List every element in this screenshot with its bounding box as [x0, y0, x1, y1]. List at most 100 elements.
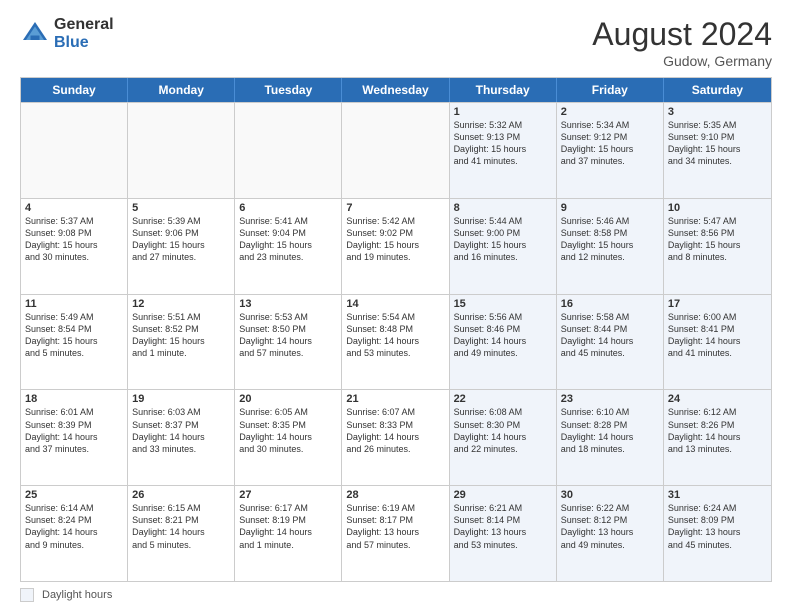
day-cell-29: 29Sunrise: 6:21 AM Sunset: 8:14 PM Dayli… — [450, 486, 557, 581]
day-number: 14 — [346, 298, 444, 310]
day-info: Sunrise: 6:07 AM Sunset: 8:33 PM Dayligh… — [346, 406, 444, 455]
day-number: 15 — [454, 298, 552, 310]
day-number: 18 — [25, 393, 123, 405]
day-cell-7: 7Sunrise: 5:42 AM Sunset: 9:02 PM Daylig… — [342, 199, 449, 294]
day-number: 1 — [454, 106, 552, 118]
day-cell-17: 17Sunrise: 6:00 AM Sunset: 8:41 PM Dayli… — [664, 295, 771, 390]
day-number: 24 — [668, 393, 767, 405]
day-cell-22: 22Sunrise: 6:08 AM Sunset: 8:30 PM Dayli… — [450, 390, 557, 485]
day-info: Sunrise: 6:05 AM Sunset: 8:35 PM Dayligh… — [239, 406, 337, 455]
day-info: Sunrise: 5:41 AM Sunset: 9:04 PM Dayligh… — [239, 215, 337, 264]
day-cell-10: 10Sunrise: 5:47 AM Sunset: 8:56 PM Dayli… — [664, 199, 771, 294]
calendar-week-5: 25Sunrise: 6:14 AM Sunset: 8:24 PM Dayli… — [21, 485, 771, 581]
day-cell-15: 15Sunrise: 5:56 AM Sunset: 8:46 PM Dayli… — [450, 295, 557, 390]
day-info: Sunrise: 6:24 AM Sunset: 8:09 PM Dayligh… — [668, 502, 767, 551]
day-header-monday: Monday — [128, 78, 235, 102]
day-info: Sunrise: 5:32 AM Sunset: 9:13 PM Dayligh… — [454, 119, 552, 168]
day-number: 19 — [132, 393, 230, 405]
day-number: 31 — [668, 489, 767, 501]
day-cell-empty — [128, 103, 235, 198]
day-info: Sunrise: 6:10 AM Sunset: 8:28 PM Dayligh… — [561, 406, 659, 455]
day-number: 13 — [239, 298, 337, 310]
day-info: Sunrise: 6:03 AM Sunset: 8:37 PM Dayligh… — [132, 406, 230, 455]
day-info: Sunrise: 6:22 AM Sunset: 8:12 PM Dayligh… — [561, 502, 659, 551]
day-number: 8 — [454, 202, 552, 214]
legend-box — [20, 588, 34, 602]
day-cell-21: 21Sunrise: 6:07 AM Sunset: 8:33 PM Dayli… — [342, 390, 449, 485]
day-cell-4: 4Sunrise: 5:37 AM Sunset: 9:08 PM Daylig… — [21, 199, 128, 294]
calendar-week-3: 11Sunrise: 5:49 AM Sunset: 8:54 PM Dayli… — [21, 294, 771, 390]
day-cell-13: 13Sunrise: 5:53 AM Sunset: 8:50 PM Dayli… — [235, 295, 342, 390]
day-info: Sunrise: 6:17 AM Sunset: 8:19 PM Dayligh… — [239, 502, 337, 551]
day-cell-8: 8Sunrise: 5:44 AM Sunset: 9:00 PM Daylig… — [450, 199, 557, 294]
day-info: Sunrise: 5:58 AM Sunset: 8:44 PM Dayligh… — [561, 311, 659, 360]
day-number: 27 — [239, 489, 337, 501]
day-info: Sunrise: 5:53 AM Sunset: 8:50 PM Dayligh… — [239, 311, 337, 360]
day-number: 26 — [132, 489, 230, 501]
day-number: 22 — [454, 393, 552, 405]
day-header-saturday: Saturday — [664, 78, 771, 102]
legend-label: Daylight hours — [42, 589, 112, 601]
day-info: Sunrise: 6:19 AM Sunset: 8:17 PM Dayligh… — [346, 502, 444, 551]
day-info: Sunrise: 5:46 AM Sunset: 8:58 PM Dayligh… — [561, 215, 659, 264]
day-number: 7 — [346, 202, 444, 214]
day-cell-27: 27Sunrise: 6:17 AM Sunset: 8:19 PM Dayli… — [235, 486, 342, 581]
day-info: Sunrise: 6:14 AM Sunset: 8:24 PM Dayligh… — [25, 502, 123, 551]
day-number: 17 — [668, 298, 767, 310]
logo-text: General Blue — [54, 16, 114, 51]
footer: Daylight hours — [20, 588, 772, 602]
day-cell-18: 18Sunrise: 6:01 AM Sunset: 8:39 PM Dayli… — [21, 390, 128, 485]
day-cell-5: 5Sunrise: 5:39 AM Sunset: 9:06 PM Daylig… — [128, 199, 235, 294]
day-number: 29 — [454, 489, 552, 501]
logo: General Blue — [20, 16, 114, 51]
day-number: 6 — [239, 202, 337, 214]
day-header-wednesday: Wednesday — [342, 78, 449, 102]
logo-blue: Blue — [54, 34, 114, 52]
day-number: 16 — [561, 298, 659, 310]
day-info: Sunrise: 6:08 AM Sunset: 8:30 PM Dayligh… — [454, 406, 552, 455]
day-cell-1: 1Sunrise: 5:32 AM Sunset: 9:13 PM Daylig… — [450, 103, 557, 198]
day-cell-6: 6Sunrise: 5:41 AM Sunset: 9:04 PM Daylig… — [235, 199, 342, 294]
day-number: 11 — [25, 298, 123, 310]
day-number: 20 — [239, 393, 337, 405]
day-number: 23 — [561, 393, 659, 405]
calendar-header: SundayMondayTuesdayWednesdayThursdayFrid… — [21, 78, 771, 102]
day-cell-empty — [342, 103, 449, 198]
day-cell-16: 16Sunrise: 5:58 AM Sunset: 8:44 PM Dayli… — [557, 295, 664, 390]
day-number: 2 — [561, 106, 659, 118]
day-number: 30 — [561, 489, 659, 501]
page-header: General Blue August 2024 Gudow, Germany — [20, 16, 772, 69]
day-cell-3: 3Sunrise: 5:35 AM Sunset: 9:10 PM Daylig… — [664, 103, 771, 198]
day-cell-2: 2Sunrise: 5:34 AM Sunset: 9:12 PM Daylig… — [557, 103, 664, 198]
day-number: 28 — [346, 489, 444, 501]
day-number: 10 — [668, 202, 767, 214]
day-header-sunday: Sunday — [21, 78, 128, 102]
day-info: Sunrise: 5:54 AM Sunset: 8:48 PM Dayligh… — [346, 311, 444, 360]
calendar-body: 1Sunrise: 5:32 AM Sunset: 9:13 PM Daylig… — [21, 102, 771, 581]
day-info: Sunrise: 5:56 AM Sunset: 8:46 PM Dayligh… — [454, 311, 552, 360]
day-number: 4 — [25, 202, 123, 214]
day-number: 25 — [25, 489, 123, 501]
day-cell-24: 24Sunrise: 6:12 AM Sunset: 8:26 PM Dayli… — [664, 390, 771, 485]
day-info: Sunrise: 5:49 AM Sunset: 8:54 PM Dayligh… — [25, 311, 123, 360]
title-section: August 2024 Gudow, Germany — [592, 16, 772, 69]
logo-icon — [20, 19, 50, 49]
day-cell-23: 23Sunrise: 6:10 AM Sunset: 8:28 PM Dayli… — [557, 390, 664, 485]
day-header-thursday: Thursday — [450, 78, 557, 102]
day-cell-9: 9Sunrise: 5:46 AM Sunset: 8:58 PM Daylig… — [557, 199, 664, 294]
logo-general: General — [54, 16, 114, 34]
day-info: Sunrise: 5:39 AM Sunset: 9:06 PM Dayligh… — [132, 215, 230, 264]
day-cell-30: 30Sunrise: 6:22 AM Sunset: 8:12 PM Dayli… — [557, 486, 664, 581]
day-number: 3 — [668, 106, 767, 118]
calendar-week-1: 1Sunrise: 5:32 AM Sunset: 9:13 PM Daylig… — [21, 102, 771, 198]
day-info: Sunrise: 5:42 AM Sunset: 9:02 PM Dayligh… — [346, 215, 444, 264]
day-cell-20: 20Sunrise: 6:05 AM Sunset: 8:35 PM Dayli… — [235, 390, 342, 485]
day-cell-19: 19Sunrise: 6:03 AM Sunset: 8:37 PM Dayli… — [128, 390, 235, 485]
day-cell-12: 12Sunrise: 5:51 AM Sunset: 8:52 PM Dayli… — [128, 295, 235, 390]
day-cell-25: 25Sunrise: 6:14 AM Sunset: 8:24 PM Dayli… — [21, 486, 128, 581]
location: Gudow, Germany — [592, 53, 772, 69]
day-cell-31: 31Sunrise: 6:24 AM Sunset: 8:09 PM Dayli… — [664, 486, 771, 581]
day-info: Sunrise: 5:44 AM Sunset: 9:00 PM Dayligh… — [454, 215, 552, 264]
calendar: SundayMondayTuesdayWednesdayThursdayFrid… — [20, 77, 772, 582]
day-cell-empty — [235, 103, 342, 198]
